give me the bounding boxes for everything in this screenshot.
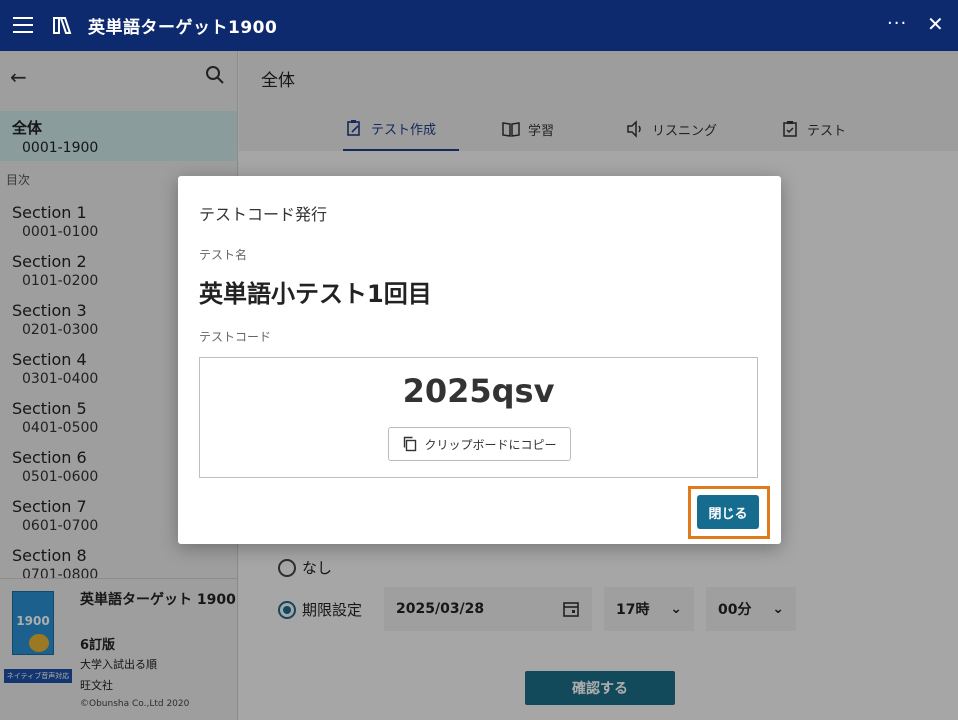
test-code-label: テストコード bbox=[199, 330, 272, 344]
copy-to-clipboard-button[interactable]: クリップボードにコピー bbox=[388, 427, 571, 461]
more-options-icon[interactable]: ··· bbox=[887, 13, 907, 34]
hamburger-menu-icon[interactable] bbox=[13, 17, 33, 33]
book-logo-icon bbox=[53, 17, 72, 34]
test-code: 2025qsv bbox=[402, 372, 555, 410]
test-code-box: 2025qsv クリップボードにコピー bbox=[199, 357, 758, 478]
test-name: 英単語小テスト1回目 bbox=[199, 280, 432, 308]
close-app-icon[interactable]: ✕ bbox=[927, 12, 944, 36]
app-title: 英単語ターゲット1900 bbox=[88, 18, 278, 38]
test-name-label: テスト名 bbox=[199, 248, 248, 262]
test-code-dialog: テストコード発行 テスト名 英単語小テスト1回目 テストコード 2025qsv … bbox=[178, 176, 781, 544]
copy-button-label: クリップボードにコピー bbox=[424, 437, 557, 452]
close-dialog-button[interactable]: 閉じる bbox=[697, 495, 759, 529]
title-bar: 英単語ターゲット1900 ··· ✕ bbox=[0, 0, 958, 51]
dialog-title: テストコード発行 bbox=[199, 205, 328, 224]
copy-icon bbox=[404, 436, 417, 452]
